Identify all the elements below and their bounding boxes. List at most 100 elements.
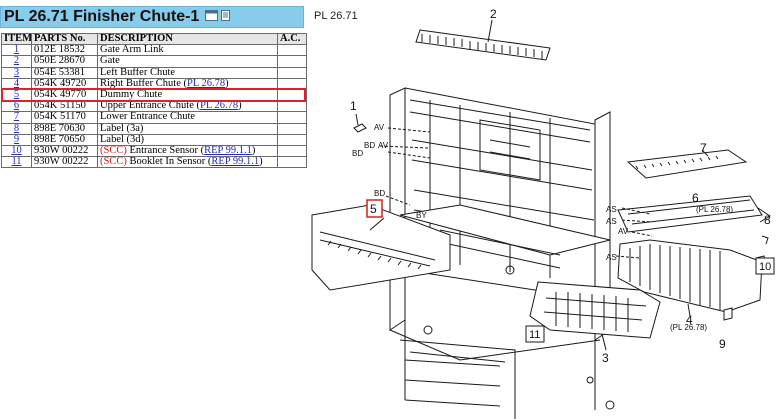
- ac-cell: [277, 44, 307, 57]
- callout-8: 8: [764, 213, 771, 227]
- part-number-cell: 054K 51150: [31, 100, 98, 113]
- table-row: 2 050E 28670 Gate: [1, 55, 307, 68]
- connector-label-as-3: AS: [606, 253, 617, 262]
- item-cell: 5: [1, 88, 32, 102]
- description-cell: Left Buffer Chute: [97, 66, 278, 79]
- callout-7: 7: [700, 141, 707, 155]
- item-cell: 7: [1, 111, 32, 124]
- part-number-cell: 012E 18532: [31, 44, 98, 57]
- callout-11: 11: [529, 329, 540, 341]
- description-text: Dummy Chute: [100, 89, 163, 101]
- connector-label-by: BY: [416, 211, 427, 220]
- exploded-parts-diagram: 2 1 7 6 8 4 9 3 5 10 11 (PL 26.78) (PL 2…: [311, 7, 775, 419]
- item-number-link[interactable]: 7: [14, 113, 19, 122]
- description-text: Left Buffer Chute: [100, 67, 176, 78]
- part-number-cell: 050E 28670: [31, 55, 98, 68]
- item-number-link[interactable]: 3: [14, 68, 19, 77]
- callout-11-box: 11: [525, 325, 545, 343]
- table-row: 11 930W 00222 (SCC) Booklet In Sensor (REP…: [1, 156, 307, 169]
- ac-cell: [277, 122, 307, 135]
- table-row: 3 054E 53381 Left Buffer Chute: [1, 66, 307, 79]
- item-number-link[interactable]: 4: [14, 79, 19, 88]
- item-cell: 11: [1, 156, 32, 169]
- table-row: 5 054K 49770 Dummy Chute: [1, 88, 307, 102]
- item-number-link[interactable]: 5: [14, 90, 19, 99]
- description-cell: (SCC) Booklet In Sensor (REP 99.1.1): [97, 156, 278, 169]
- ac-cell: [277, 100, 307, 113]
- page-title-bar: PL 26.71 Finisher Chute-1: [0, 6, 304, 28]
- connector-label-bd-3: BD: [374, 189, 385, 198]
- label-3d-drawing: [723, 307, 733, 321]
- item-cell: 10: [1, 144, 32, 158]
- item-cell: 1: [1, 44, 32, 57]
- window-restore-icon[interactable]: [205, 8, 219, 26]
- connector-label-av-2: AV: [378, 141, 389, 150]
- callout-1: 1: [350, 99, 357, 113]
- part-number-cell: 898E 70650: [31, 133, 98, 146]
- column-header-ac: A.C.: [277, 32, 307, 46]
- description-cell: Label (3d): [97, 133, 278, 146]
- description-text: Label (3a): [100, 123, 144, 134]
- gate-arm-link-drawing: [353, 113, 367, 133]
- description-cell: Label (3a): [97, 122, 278, 135]
- description-text: Label (3d): [100, 134, 145, 145]
- document-icon[interactable]: [221, 8, 231, 26]
- ref-note-part-6: (PL 26.78): [696, 205, 733, 214]
- ref-note-part-4: (PL 26.78): [670, 323, 707, 332]
- ac-cell: [277, 111, 307, 124]
- column-header-description: DESCRIPTION: [97, 32, 278, 46]
- description-cell: Dummy Chute: [97, 88, 278, 102]
- table-row: 6 054K 51150 Upper Entrance Chute (PL 26.7…: [1, 100, 307, 113]
- description-cell: Upper Entrance Chute (PL 26.78): [97, 100, 278, 113]
- column-header-item: ITEM: [1, 32, 32, 46]
- item-number-link[interactable]: 11: [11, 158, 21, 167]
- reference-link[interactable]: PL 26.78: [187, 79, 225, 88]
- item-number-link[interactable]: 8: [14, 124, 19, 133]
- part-number-cell: 054K 49770: [31, 88, 98, 102]
- description-text: Gate Arm Link: [100, 44, 164, 56]
- table-row: 4 054K 49720 Right Buffer Chute (PL 26.78): [1, 77, 307, 90]
- parts-table-body: 1 012E 18532 Gate Arm Link 2 050E 28670 Gate 3…: [1, 44, 307, 169]
- part-number-cell: 054K 49720: [31, 77, 98, 90]
- part-number-cell: 054K 51170: [31, 111, 98, 124]
- connector-label-as-2: AS: [606, 217, 617, 226]
- item-number-link[interactable]: 6: [14, 102, 19, 111]
- description-cell: Gate Arm Link: [97, 44, 278, 57]
- ac-cell: [277, 144, 307, 158]
- callout-9: 9: [719, 337, 726, 351]
- callout-10: 10: [759, 261, 771, 273]
- ac-cell: [277, 133, 307, 146]
- part-number-cell: 054E 53381: [31, 66, 98, 79]
- description-text: Upper Entrance Chute: [100, 100, 194, 112]
- item-number-link[interactable]: 10: [11, 146, 22, 155]
- reference-link[interactable]: REP 99.1.1: [211, 158, 259, 167]
- connector-label-av: AV: [374, 123, 385, 132]
- table-row: 10 930W 00222 (SCC) Entrance Sensor (REP 9…: [1, 144, 307, 158]
- scc-tag: (SCC): [100, 145, 127, 156]
- ac-cell: [277, 77, 307, 90]
- table-row: 7 054K 51170 Lower Entrance Chute: [1, 111, 307, 124]
- reference-link[interactable]: REP 99.1.1: [204, 146, 252, 155]
- callout-6: 6: [692, 191, 699, 205]
- description-text: Entrance Sensor: [129, 145, 198, 156]
- connector-label-bd-2: BD: [352, 149, 363, 158]
- ac-cell: [277, 156, 307, 169]
- table-row: 8 898E 70630 Label (3a): [1, 122, 307, 135]
- description-text: Booklet In Sensor: [129, 156, 206, 168]
- description-text: Lower Entrance Chute: [100, 111, 196, 123]
- part-number-cell: 930W 00222: [31, 156, 98, 169]
- description-cell: Right Buffer Chute (PL 26.78): [97, 77, 278, 90]
- parts-table: ITEM PARTS No. DESCRIPTION A.C. 1 012E 18…: [1, 32, 307, 169]
- item-number-link[interactable]: 1: [14, 46, 19, 55]
- callout-5: 5: [370, 202, 377, 216]
- item-number-link[interactable]: 9: [14, 135, 19, 144]
- item-cell: 2: [1, 55, 32, 68]
- description-text: Gate: [100, 55, 120, 67]
- scc-tag: (SCC): [100, 156, 127, 168]
- reference-link[interactable]: PL 26.78: [200, 102, 238, 111]
- connector-label-bd: BD: [364, 141, 375, 150]
- table-row: 9 898E 70650 Label (3d): [1, 133, 307, 146]
- item-number-link[interactable]: 2: [14, 57, 19, 66]
- callout-5-box: 5: [366, 199, 383, 218]
- description-cell: (SCC) Entrance Sensor (REP 99.1.1): [97, 144, 278, 158]
